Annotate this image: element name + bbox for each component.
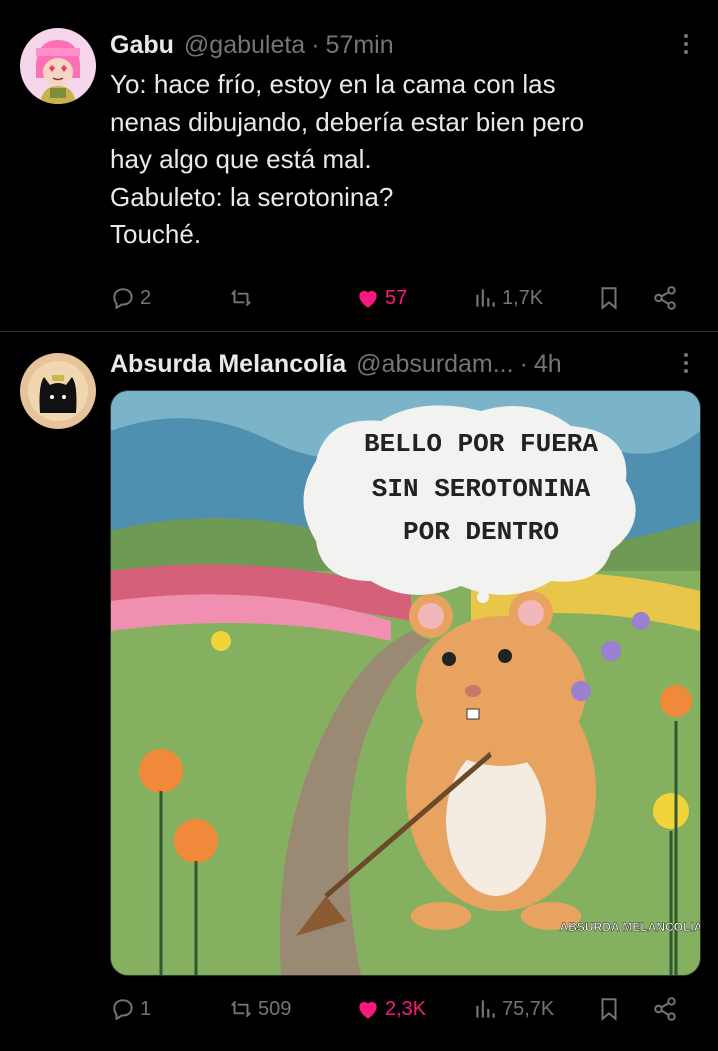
tweet-header: Gabu @gabuleta · 57min — [110, 28, 690, 62]
display-name[interactable]: Absurda Melancolía — [110, 350, 346, 379]
text-line: Gabuleto: la serotonina? — [110, 181, 394, 212]
tweet-header: Absurda Melancolía @absurdam... · 4h — [110, 347, 690, 381]
reply-icon — [113, 288, 133, 310]
reply-count: 1 — [140, 997, 152, 1020]
bookmark-button[interactable] — [596, 278, 622, 318]
repost-button[interactable]: 509 — [228, 989, 291, 1029]
views-icon — [476, 1000, 495, 1018]
like-button[interactable]: 2,3K — [355, 989, 426, 1029]
image-signature: ABSURDA MELANCOLIA — [560, 920, 700, 934]
reply-count: 2 — [140, 286, 152, 309]
share-button[interactable] — [652, 278, 678, 318]
reply-button[interactable]: 2 — [110, 278, 151, 318]
like-count: 2,3K — [385, 997, 427, 1020]
reply-icon — [113, 999, 133, 1021]
action-bar: 1 509 2,3K 75,7K — [110, 989, 690, 1029]
reply-button[interactable]: 1 — [110, 989, 151, 1029]
heart-icon — [359, 290, 377, 308]
views-icon — [476, 289, 495, 307]
share-icon — [654, 286, 676, 310]
separator-dot: · — [519, 349, 528, 378]
like-count: 57 — [385, 286, 408, 309]
views-button[interactable]: 1,7K — [472, 278, 543, 318]
text-line: hay algo que está mal. — [110, 144, 372, 174]
repost-icon — [231, 289, 251, 307]
avatar[interactable] — [20, 353, 96, 429]
repost-count: 509 — [258, 997, 292, 1020]
user-handle[interactable]: @gabuleta — [184, 31, 305, 60]
more-icon[interactable] — [682, 353, 690, 377]
views-button[interactable]: 75,7K — [472, 989, 554, 1029]
bookmark-icon — [601, 287, 617, 310]
text-line: Yo: hace frío, estoy en la cama con las — [110, 69, 556, 99]
tweet-gabu[interactable]: Gabu @gabuleta · 57min Yo: hace frío, es… — [0, 0, 718, 332]
heart-icon — [359, 1001, 377, 1019]
text-line: Touché. — [110, 219, 202, 249]
like-button[interactable]: 57 — [355, 278, 407, 318]
user-handle[interactable]: @absurdam... — [356, 350, 513, 379]
views-count: 75,7K — [502, 997, 555, 1020]
image-caption-line: POR DENTRO — [403, 517, 559, 547]
image-caption-line: SIN SEROTONINA — [372, 474, 591, 504]
bookmark-button[interactable] — [596, 989, 622, 1029]
views-count: 1,7K — [502, 286, 544, 309]
repost-icon — [231, 1000, 251, 1018]
more-icon[interactable] — [682, 34, 690, 58]
share-button[interactable] — [652, 989, 678, 1029]
tweet-text: Yo: hace frío, estoy en la cama con las … — [110, 66, 700, 254]
timestamp[interactable]: 4h — [534, 350, 562, 379]
bookmark-icon — [601, 998, 617, 1021]
avatar[interactable] — [20, 28, 96, 104]
display-name[interactable]: Gabu — [110, 31, 174, 60]
tweet-absurda-melancolia[interactable]: Absurda Melancolía @absurdam... · 4h BEL… — [0, 333, 718, 1051]
tweet-image[interactable]: BELLO POR FUERA SIN SEROTONINA POR DENTR… — [110, 390, 701, 976]
share-icon — [654, 997, 676, 1021]
text-line: nenas dibujando, debería estar bien pero — [110, 106, 585, 137]
image-caption-line: BELLO POR FUERA — [364, 429, 598, 459]
divider — [0, 331, 718, 332]
repost-button[interactable] — [228, 278, 258, 318]
separator-dot: · — [311, 30, 320, 59]
timestamp[interactable]: 57min — [326, 31, 394, 60]
action-bar: 2 57 1,7K — [110, 278, 690, 318]
